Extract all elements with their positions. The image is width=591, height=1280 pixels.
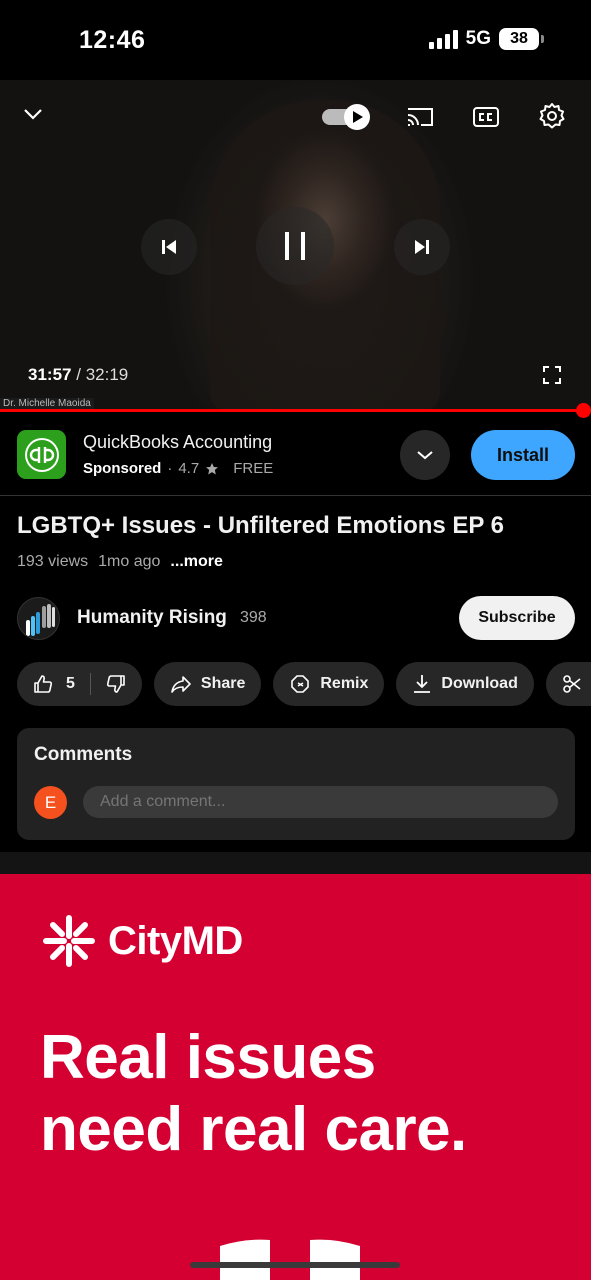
skip-previous-icon — [162, 240, 176, 254]
headline-line-1: Real issues — [40, 1023, 376, 1092]
settings-button[interactable] — [534, 98, 570, 134]
quickbooks-logo-icon — [24, 437, 59, 472]
status-time: 12:46 — [79, 26, 146, 54]
home-indicator[interactable] — [190, 1262, 400, 1268]
install-button[interactable]: Install — [471, 430, 575, 480]
citymd-brand: CityMD — [40, 912, 243, 970]
sponsored-label: Sponsored — [83, 460, 162, 477]
app-rating: 4.7 — [178, 460, 200, 477]
autoplay-toggle[interactable] — [320, 102, 372, 132]
pause-icon — [285, 232, 305, 260]
ad-headline: Real issues need real care. — [40, 1022, 467, 1166]
sponsored-app-ad[interactable]: QuickBooks Accounting Sponsored · 4.7 FR… — [0, 418, 591, 496]
like-dislike-group[interactable]: 5 — [17, 662, 142, 706]
video-player[interactable]: 31:57 / 32:19 Dr. Michelle Maoida — [0, 80, 591, 412]
subscribe-button[interactable]: Subscribe — [459, 596, 575, 640]
thumbs-up-icon[interactable] — [33, 674, 53, 694]
headline-line-2: need real care. — [40, 1095, 467, 1164]
current-time: 31:57 — [28, 365, 72, 384]
building-illustration — [220, 1239, 360, 1280]
add-comment-input[interactable] — [83, 786, 558, 818]
download-label: Download — [441, 675, 518, 692]
scrubber-handle[interactable] — [576, 403, 591, 418]
share-label: Share — [200, 675, 246, 692]
closed-captions-icon — [473, 107, 499, 127]
subscriber-count: 398 — [240, 609, 267, 626]
channel-avatar[interactable] — [17, 597, 60, 640]
app-price: FREE — [233, 460, 274, 477]
view-count: 193 views — [17, 553, 89, 570]
download-icon — [414, 675, 431, 693]
captions-button[interactable] — [468, 99, 504, 135]
skip-next-icon — [415, 240, 429, 254]
battery-icon: 38 — [499, 28, 544, 50]
progress-bar[interactable] — [0, 403, 591, 418]
comments-title: Comments — [34, 744, 133, 765]
download-button[interactable]: Download — [396, 662, 534, 706]
ad-meta: Sponsored · 4.7 FREE — [83, 460, 273, 477]
meta-dot: · — [167, 460, 173, 477]
citymd-banner-ad[interactable]: CityMD Real issues need real care. — [0, 874, 591, 1280]
video-title[interactable]: LGBTQ+ Issues - Unfiltered Emotions EP 6 — [17, 512, 504, 540]
video-meta[interactable]: 193 views 1mo ago ...more — [17, 553, 223, 571]
channel-row[interactable]: Humanity Rising 398 Subscribe — [0, 593, 591, 643]
gear-icon — [539, 103, 565, 129]
hands-logo-icon — [26, 604, 55, 636]
minimize-player-button[interactable] — [15, 96, 51, 132]
battery-level: 38 — [510, 30, 528, 47]
network-type: 5G — [465, 28, 491, 49]
cast-icon — [407, 108, 433, 126]
brand-name: CityMD — [108, 918, 243, 963]
upload-age: 1mo ago — [98, 553, 161, 570]
cellular-signal-icon — [428, 29, 458, 49]
fullscreen-button[interactable] — [534, 357, 570, 393]
ad-app-name[interactable]: QuickBooks Accounting — [83, 432, 272, 453]
progress-fill — [0, 409, 584, 412]
channel-name[interactable]: Humanity Rising — [77, 607, 227, 629]
remix-icon — [291, 675, 310, 693]
comments-panel[interactable]: Comments E — [17, 728, 575, 840]
ad-expand-button[interactable] — [400, 430, 450, 480]
previous-video-button[interactable] — [141, 219, 197, 275]
time-separator: / — [76, 365, 81, 384]
thumbs-down-icon[interactable] — [106, 674, 126, 694]
status-indicators: 5G 38 — [428, 28, 544, 50]
playback-time: 31:57 / 32:19 — [28, 365, 128, 385]
star-icon — [206, 462, 219, 474]
remix-label: Remix — [320, 675, 369, 692]
duration: 32:19 — [85, 365, 129, 384]
action-chips: 5 Share Remix Download C — [17, 662, 591, 706]
quickbooks-logo — [17, 430, 66, 479]
share-icon — [171, 676, 191, 693]
remix-button[interactable]: Remix — [273, 662, 385, 706]
next-video-button[interactable] — [394, 219, 450, 275]
chevron-down-icon — [24, 109, 42, 120]
autoplay-toggle-icon — [322, 104, 370, 130]
citymd-logo-icon — [43, 915, 95, 967]
like-count: 5 — [66, 675, 75, 692]
pause-button[interactable] — [256, 207, 334, 285]
fullscreen-icon — [543, 366, 561, 384]
share-button[interactable]: Share — [153, 662, 262, 706]
cast-button[interactable] — [402, 99, 438, 135]
status-bar: 12:46 5G 38 — [0, 0, 591, 80]
more-description-link[interactable]: ...more — [170, 553, 222, 571]
chevron-down-icon — [417, 451, 433, 460]
user-avatar: E — [34, 786, 67, 819]
scissors-icon — [563, 675, 581, 693]
clip-button[interactable]: C — [545, 662, 591, 706]
